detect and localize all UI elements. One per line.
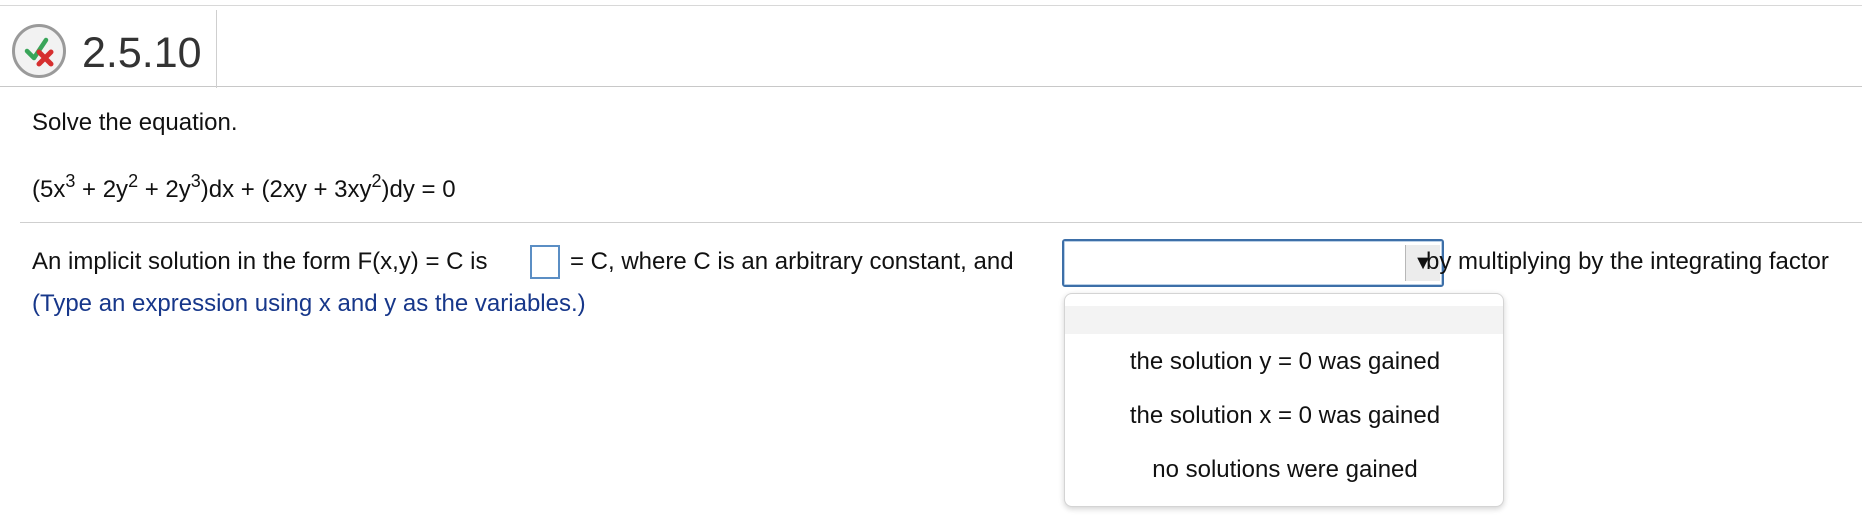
equation-part: )dy = 0 [381, 176, 456, 203]
equation-part: + 2y [75, 176, 129, 203]
dropdown-option-x-gained[interactable]: the solution x = 0 was gained [1065, 396, 1503, 436]
exponent: 2 [371, 171, 382, 191]
equation-part: + 2y [138, 176, 191, 203]
exponent: 2 [128, 171, 139, 191]
equation-part: (5x [32, 176, 66, 203]
answer-prompt-text: An implicit solution in the form F(x,y) … [32, 248, 488, 275]
dropdown-option-none-gained[interactable]: no solutions were gained [1065, 450, 1503, 490]
dropdown-blank-option[interactable] [1065, 306, 1503, 334]
gained-solutions-select[interactable]: ▼ [1062, 239, 1444, 287]
answer-hint: (Type an expression using x and y as the… [32, 290, 586, 317]
dropdown-menu: the solution y = 0 was gained the soluti… [1064, 293, 1504, 507]
dropdown-option-y-gained[interactable]: the solution y = 0 was gained [1065, 342, 1503, 382]
section-divider [20, 222, 1862, 223]
exponent: 3 [65, 171, 76, 191]
answer-trailing-text: by multiplying by the integrating factor [1426, 248, 1829, 275]
problem-header: 2.5.10 [0, 6, 1862, 88]
problem-number: 2.5.10 [82, 29, 202, 77]
answer-input-box[interactable] [530, 245, 560, 279]
exponent: 3 [190, 171, 201, 191]
equation-part: )dx + (2xy + 3xy [200, 176, 372, 203]
answer-middle-text: = C, where C is an arbitrary constant, a… [570, 248, 1014, 275]
question-instruction: Solve the equation. [32, 109, 238, 136]
partial-credit-icon [12, 24, 66, 78]
differential-equation: (5x3 + 2y2 + 2y3)dx + (2xy + 3xy2)dy = 0 [32, 172, 456, 208]
header-divider [216, 10, 217, 88]
check-cross-icon [24, 37, 54, 67]
